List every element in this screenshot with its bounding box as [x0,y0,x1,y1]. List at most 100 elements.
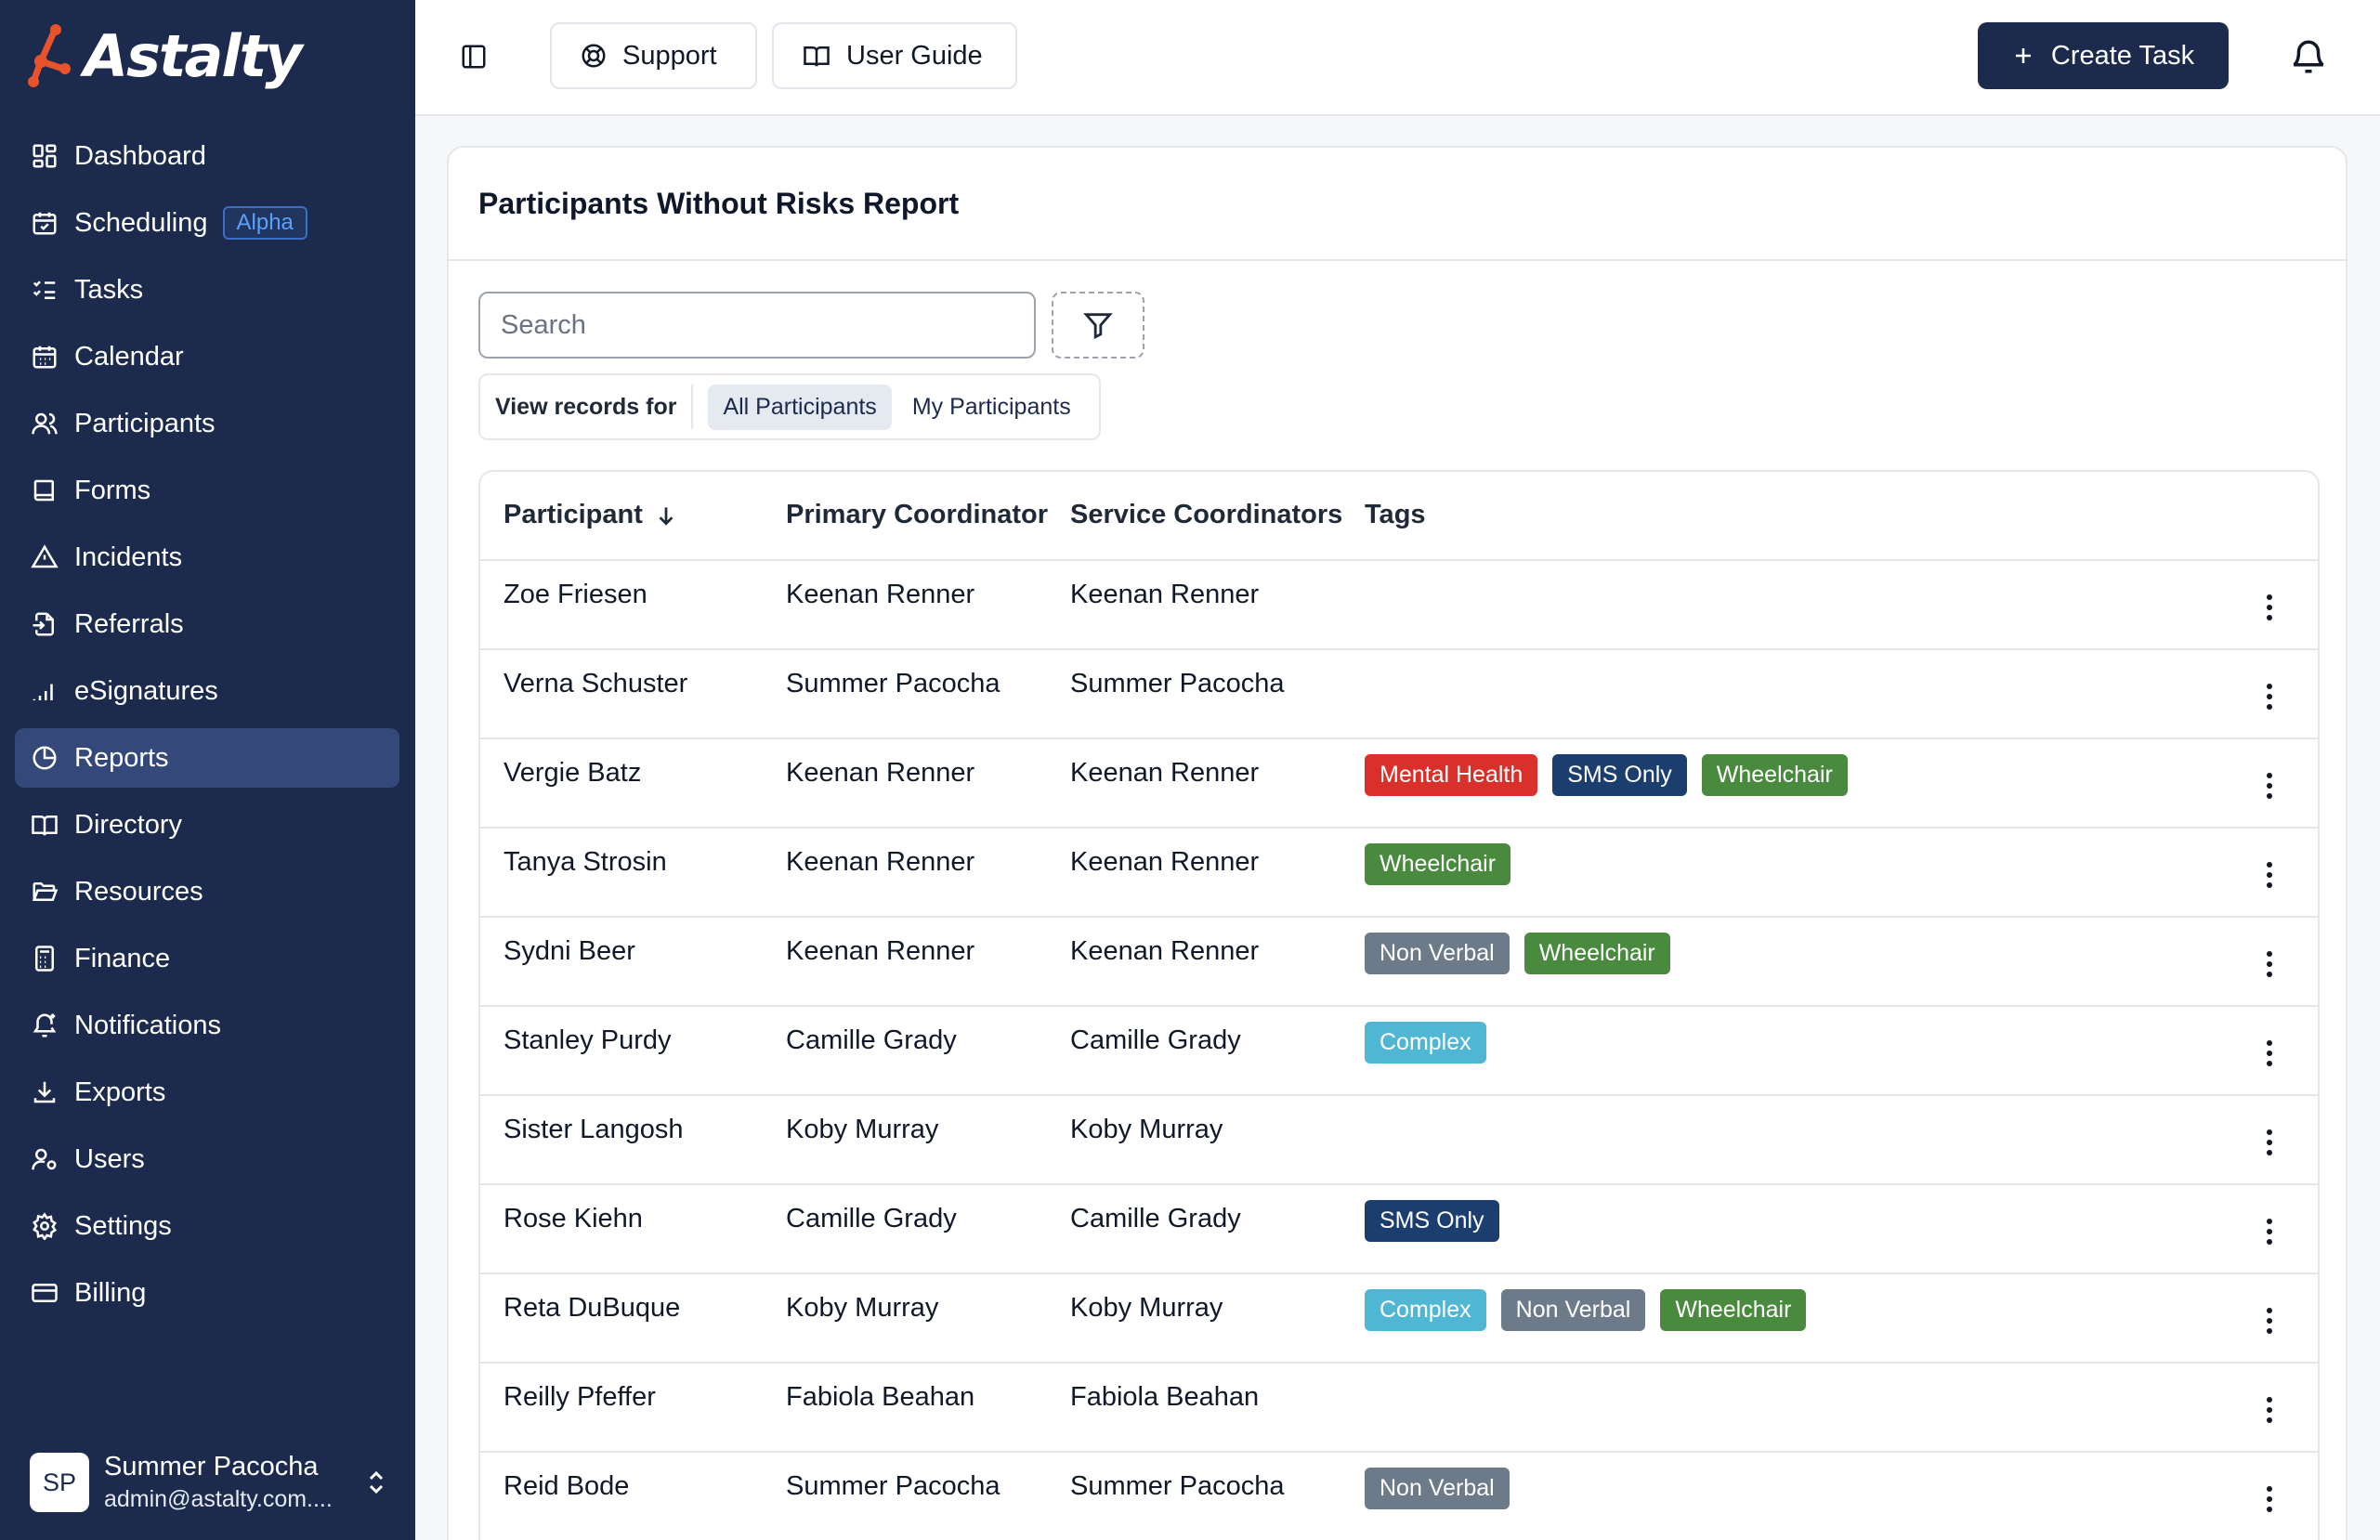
users-icon [31,410,59,437]
sidebar-item-label: Resources [74,876,203,907]
row-actions-button[interactable] [2251,1031,2288,1076]
create-task-button[interactable]: Create Task [1978,22,2229,89]
participant-cell[interactable]: Zoe Friesen [503,580,647,610]
sidebar-item-forms[interactable]: Forms [15,461,399,520]
participant-cell[interactable]: Rose Kiehn [503,1204,643,1234]
sidebar-toggle-button[interactable] [458,41,490,72]
view-all-participants[interactable]: All Participants [708,384,892,430]
sidebar-item-label: Scheduling [74,207,208,238]
primary-coordinator-cell: Camille Grady [786,1025,957,1055]
sidebar-item-settings[interactable]: Settings [15,1196,399,1256]
column-header-tags: Tags [1365,500,1426,529]
sidebar-item-referrals[interactable]: Referrals [15,594,399,654]
sidebar-item-directory[interactable]: Directory [15,795,399,855]
sidebar-item-label: Exports [74,1077,166,1107]
primary-coordinator-cell: Fabiola Beahan [786,1382,975,1412]
participant-cell[interactable]: Reta DuBuque [503,1293,680,1324]
sidebar-item-label: Users [74,1143,145,1174]
sidebar-panel-icon [462,45,486,69]
sidebar-item-dashboard[interactable]: Dashboard [15,126,399,186]
row-actions-button[interactable] [2251,1477,2288,1521]
row-actions-button[interactable] [2251,763,2288,808]
sidebar-item-billing[interactable]: Billing [15,1263,399,1323]
sidebar-item-scheduling[interactable]: Scheduling Alpha [15,193,399,253]
row-actions-button[interactable] [2251,1209,2288,1254]
page-title: Participants Without Risks Report [478,186,960,220]
participant-cell[interactable]: Sydni Beer [503,936,635,967]
user-menu[interactable]: SP Summer Pacocha admin@astalty.com.... [30,1449,394,1516]
table-row[interactable]: Verna Schuster Summer Pacocha Summer Pacoc… [480,650,2318,739]
alpha-badge: Alpha [222,206,307,240]
sidebar-item-label: Calendar [74,341,184,372]
service-coordinators-cell: Koby Murray [1070,1293,1223,1323]
sidebar-item-label: Dashboard [74,140,206,171]
table-row[interactable]: Reilly Pfeffer Fabiola Beahan Fabiola Beah… [480,1364,2318,1453]
participant-cell[interactable]: Tanya Strosin [503,847,667,878]
participant-cell[interactable]: Stanley Purdy [503,1025,672,1056]
row-actions-button[interactable] [2251,1120,2288,1165]
sidebar-item-reports[interactable]: Reports [15,728,399,788]
primary-coordinator-cell: Keenan Renner [786,580,975,609]
support-button[interactable]: Support [550,22,757,89]
primary-coordinator-cell: Keenan Renner [786,758,975,788]
table-row[interactable]: Sydni Beer Keenan Renner Keenan Renner Non … [480,918,2318,1007]
column-header-primary-coordinator[interactable]: Primary Coordinator [786,500,1048,530]
service-coordinators-cell: Summer Pacocha [1070,669,1285,698]
participant-cell[interactable]: Verna Schuster [503,669,687,699]
download-icon [31,1078,59,1106]
open-book-icon [31,811,59,839]
sidebar-item-label: Finance [74,943,171,973]
table-row[interactable]: Tanya Strosin Keenan Renner Keenan Renner W… [480,829,2318,918]
table-row[interactable]: Reta DuBuque Koby Murray Koby Murray Comple… [480,1274,2318,1364]
view-my-participants[interactable]: My Participants [897,385,1086,430]
tags-cell: Complex Non Verbal Wheelchair [1365,1289,1821,1331]
column-header-participant[interactable]: Participant [503,500,678,530]
sidebar-item-incidents[interactable]: Incidents [15,528,399,587]
sidebar-item-exports[interactable]: Exports [15,1063,399,1122]
filter-button[interactable] [1052,292,1144,359]
search-input[interactable] [478,292,1036,359]
user-info: Summer Pacocha admin@astalty.com.... [104,1452,355,1513]
sidebar-item-esignatures[interactable]: eSignatures [15,661,399,721]
participant-cell[interactable]: Reid Bode [503,1471,629,1502]
row-actions-button[interactable] [2251,1388,2288,1432]
participant-cell[interactable]: Sister Langosh [503,1115,683,1145]
participant-cell[interactable]: Vergie Batz [503,758,641,789]
sidebar-item-finance[interactable]: Finance [15,929,399,988]
sidebar-item-tasks[interactable]: Tasks [15,260,399,320]
sidebar-item-participants[interactable]: Participants [15,394,399,453]
table-row[interactable]: Zoe Friesen Keenan Renner Keenan Renner [480,561,2318,650]
brand-logo[interactable]: Astalty [28,20,303,93]
more-vertical-icon [2267,1486,2272,1512]
table-row[interactable]: Stanley Purdy Camille Grady Camille Grady C… [480,1007,2318,1096]
sidebar-item-label: Reports [74,742,169,773]
plus-icon [2015,48,2031,63]
sidebar-item-resources[interactable]: Resources [15,862,399,921]
table-row[interactable]: Rose Kiehn Camille Grady Camille Grady SMS … [480,1185,2318,1274]
view-records-label: View records for [495,385,694,429]
table-row[interactable]: Vergie Batz Keenan Renner Keenan Renner Men… [480,739,2318,829]
more-vertical-icon [2267,951,2272,977]
row-actions-button[interactable] [2251,585,2288,630]
more-vertical-icon [2267,1308,2272,1334]
sidebar-item-calendar[interactable]: Calendar [15,327,399,386]
service-coordinators-cell: Camille Grady [1070,1204,1241,1233]
table-row[interactable]: Sister Langosh Koby Murray Koby Murray [480,1096,2318,1185]
participant-cell[interactable]: Reilly Pfeffer [503,1382,656,1413]
table-body: Zoe Friesen Keenan Renner Keenan Renner Ver… [480,561,2318,1540]
row-actions-button[interactable] [2251,674,2288,719]
table-row[interactable]: Reid Bode Summer Pacocha Summer Pacocha Non… [480,1453,2318,1540]
row-actions-button[interactable] [2251,942,2288,986]
more-vertical-icon [2267,1129,2272,1155]
row-actions-button[interactable] [2251,853,2288,897]
row-actions-button[interactable] [2251,1299,2288,1343]
tag-badge: Mental Health [1365,754,1538,796]
sidebar-item-notifications[interactable]: Notifications [15,996,399,1055]
filter-icon [1083,313,1113,340]
user-guide-button[interactable]: User Guide [772,22,1017,89]
arrow-down-icon [659,506,673,526]
sidebar-item-label: Billing [74,1277,147,1308]
column-header-service-coordinators[interactable]: Service Coordinators [1070,500,1342,530]
notifications-button[interactable] [2288,33,2329,80]
sidebar-item-users[interactable]: Users [15,1129,399,1189]
